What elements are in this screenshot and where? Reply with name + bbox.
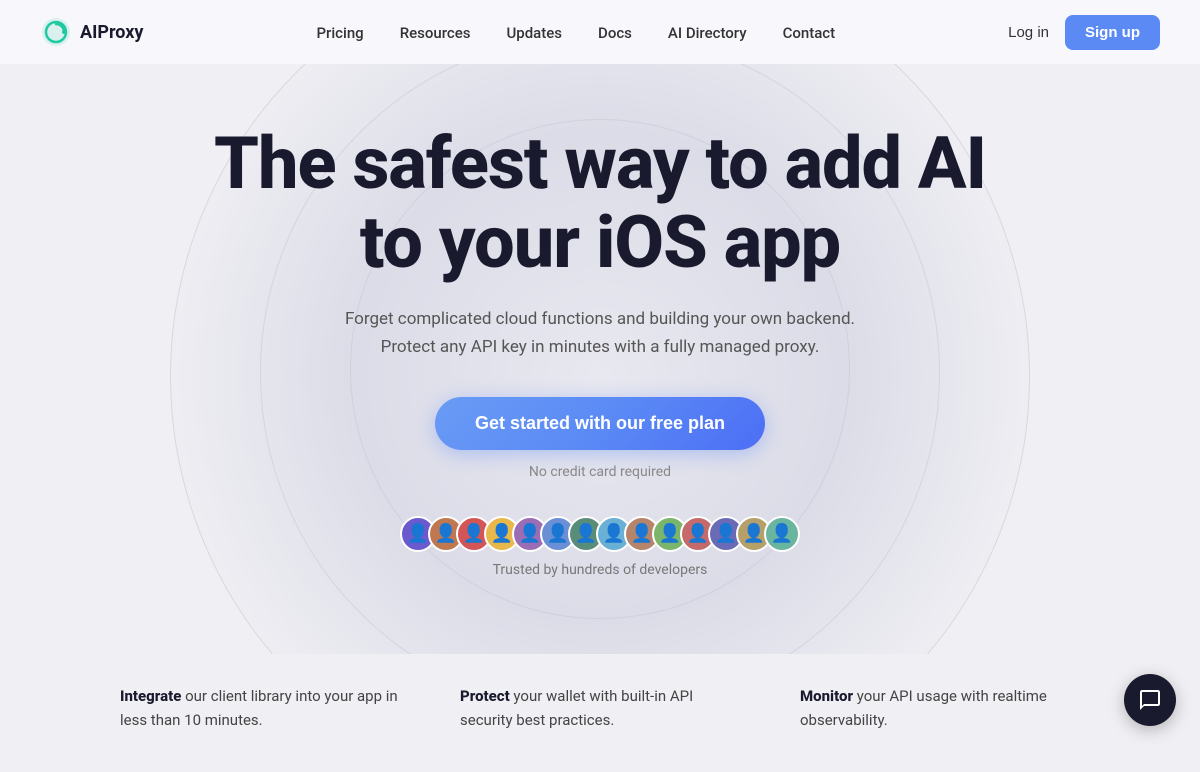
brand-name: AIProxy <box>80 22 143 43</box>
navbar: AIProxy Pricing Resources Updates Docs A… <box>0 0 1200 64</box>
signup-button[interactable]: Sign up <box>1065 15 1160 50</box>
logo-link[interactable]: AIProxy <box>40 16 143 48</box>
login-button[interactable]: Log in <box>1008 24 1049 41</box>
feature-strong-2: Monitor <box>800 687 853 705</box>
nav-actions: Log in Sign up <box>1008 15 1160 50</box>
nav-pricing[interactable]: Pricing <box>316 24 363 42</box>
chat-icon <box>1138 688 1162 712</box>
feature-strong-0: Integrate <box>120 687 181 705</box>
nav-links: Pricing Resources Updates Docs AI Direct… <box>316 23 835 42</box>
avatars-row: 👤👤👤👤👤👤👤👤👤👤👤👤👤👤 <box>214 516 986 552</box>
nav-resources[interactable]: Resources <box>400 24 471 42</box>
logo-icon <box>40 16 72 48</box>
feature-strong-1: Protect <box>460 687 510 705</box>
feature-item: Monitor your API usage with realtime obs… <box>800 684 1080 732</box>
feature-item: Protect your wallet with built-in API se… <box>460 684 740 732</box>
trusted-text: Trusted by hundreds of developers <box>214 562 986 578</box>
avatar: 👤 <box>764 516 800 552</box>
nav-ai-directory[interactable]: AI Directory <box>668 24 747 42</box>
cta-button[interactable]: Get started with our free plan <box>435 397 765 450</box>
hero-content: The safest way to add AI to your iOS app… <box>214 124 986 578</box>
no-credit-card-text: No credit card required <box>214 464 986 480</box>
nav-contact[interactable]: Contact <box>783 24 836 42</box>
nav-docs[interactable]: Docs <box>598 24 632 42</box>
nav-updates[interactable]: Updates <box>506 24 562 42</box>
hero-section: The safest way to add AI to your iOS app… <box>0 64 1200 654</box>
chat-widget[interactable] <box>1124 674 1176 726</box>
features-section: Integrate our client library into your a… <box>0 654 1200 772</box>
feature-item: Integrate our client library into your a… <box>120 684 400 732</box>
hero-subtitle: Forget complicated cloud functions and b… <box>214 306 986 360</box>
hero-title: The safest way to add AI to your iOS app <box>214 124 986 282</box>
